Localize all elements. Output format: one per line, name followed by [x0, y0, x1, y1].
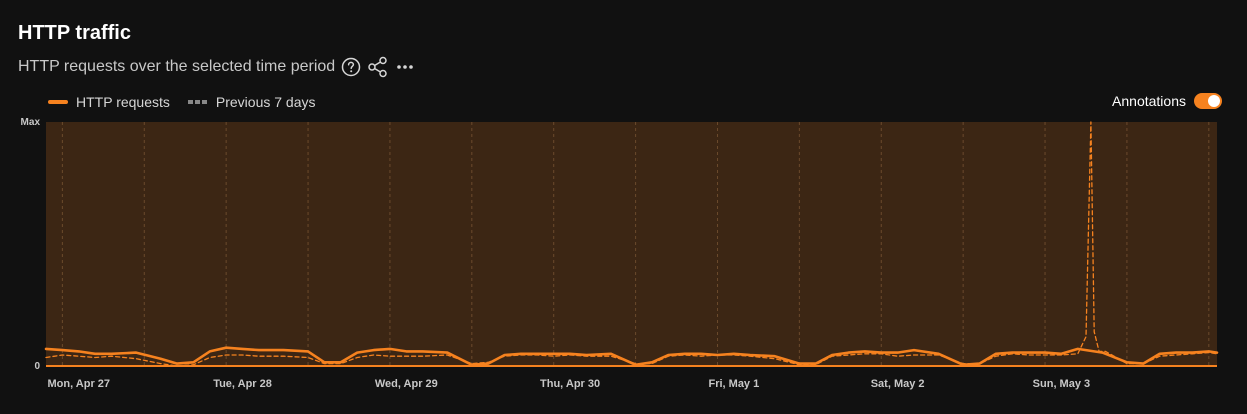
- y-tick-label: 0: [34, 361, 40, 372]
- x-tick-label: Tue, Apr 28: [213, 378, 272, 390]
- x-tick-label: Wed, Apr 29: [375, 378, 438, 390]
- x-tick-label: Fri, May 1: [708, 378, 759, 390]
- y-tick-label: Max: [21, 117, 41, 128]
- x-tick-label: Thu, Apr 30: [540, 378, 600, 390]
- traffic-chart: 0 Max Mon, Apr 27 Tue, Apr 28 Wed, Apr 29 Thu…: [21, 117, 1219, 390]
- x-tick-label: Sun, May 3: [1033, 378, 1090, 390]
- x-tick-label: Mon, Apr 27: [47, 378, 110, 390]
- http-traffic-card: HTTP traffic HTTP requests over the sele…: [0, 0, 1247, 414]
- plot-background: [46, 122, 1217, 366]
- x-tick-label: Sat, May 2: [871, 378, 925, 390]
